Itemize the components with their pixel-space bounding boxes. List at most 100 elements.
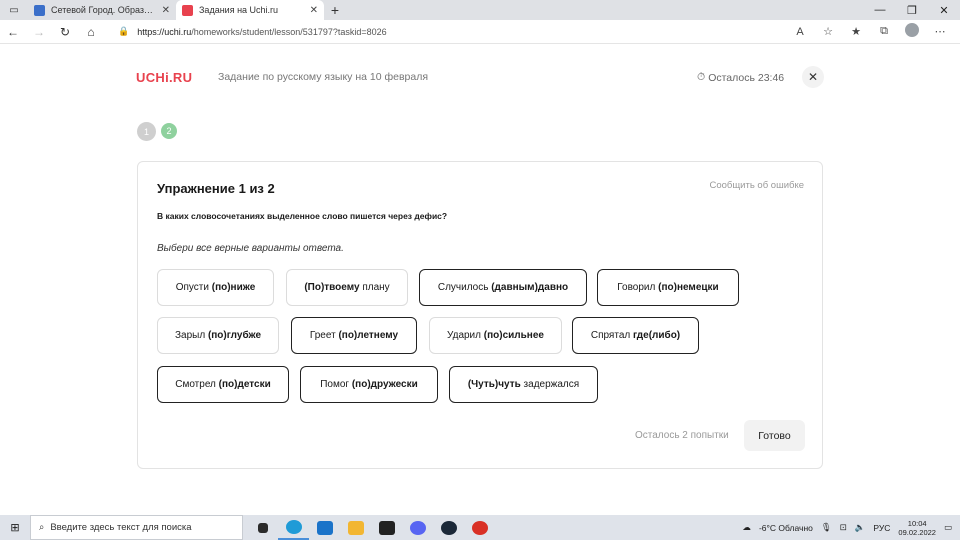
- option-text: Помог: [320, 379, 352, 390]
- option-text: Греет: [309, 330, 339, 341]
- option-text: Говорил: [617, 282, 659, 293]
- answer-option[interactable]: Ударил (по)сильнее: [429, 317, 562, 354]
- notifications-icon[interactable]: ▭: [944, 522, 952, 533]
- option-highlight: (по)летнему: [338, 330, 399, 341]
- tab-close-icon[interactable]: ✕: [310, 5, 318, 16]
- taskbar-search[interactable]: ⌕ Введите здесь текст для поиска: [30, 515, 243, 540]
- discord-icon[interactable]: [402, 515, 433, 540]
- network-icon[interactable]: ⊡: [840, 522, 847, 533]
- attempts-left: Осталось 2 попытки: [635, 430, 729, 441]
- option-text: задержался: [520, 379, 580, 390]
- hint-text: Выбери все верные варианты ответа.: [157, 243, 344, 254]
- answer-option[interactable]: Греет (по)летнему: [291, 317, 417, 354]
- option-text: Случилось: [437, 282, 492, 293]
- option-highlight: (по)ниже: [211, 282, 256, 293]
- clock-date: 09.02.2022: [898, 527, 936, 537]
- uchi-logo[interactable]: UCHi.RU: [136, 70, 192, 85]
- option-highlight: (по)немецки: [658, 282, 719, 293]
- report-error-link[interactable]: Сообщить об ошибке: [710, 180, 805, 191]
- option-highlight: где(либо): [633, 330, 681, 341]
- answer-option[interactable]: Случилось (давным)давно: [419, 269, 587, 306]
- step-indicator: 1 2: [137, 122, 177, 141]
- option-highlight: (по)сильнее: [483, 330, 544, 341]
- app-icon[interactable]: [464, 515, 495, 540]
- search-placeholder: Введите здесь текст для поиска: [50, 522, 192, 533]
- option-highlight: (По)твоему: [304, 282, 360, 293]
- browser-toolbar: A ☆ ★ ⧉ ⋯: [786, 23, 954, 40]
- tab-title: Задания на Uchi.ru: [199, 5, 279, 15]
- weather-text[interactable]: -6°C Облачно: [759, 523, 813, 533]
- read-aloud-icon[interactable]: A: [786, 26, 814, 38]
- clock[interactable]: 10:04 09.02.2022: [898, 519, 936, 537]
- collections-icon[interactable]: ⧉: [870, 25, 898, 38]
- favorites-list-icon[interactable]: ★: [842, 25, 870, 38]
- answer-option[interactable]: (Чуть)чуть задержался: [449, 366, 598, 403]
- forward-icon[interactable]: →: [26, 20, 52, 44]
- answer-option[interactable]: Зарыл (по)глубже: [157, 317, 279, 354]
- browser-tab-bar: ▭ Сетевой Город. Образование. П ✕ Задани…: [0, 0, 960, 20]
- home-icon[interactable]: ⌂: [78, 20, 104, 44]
- tab-favicon-icon: [182, 4, 193, 16]
- mail-icon[interactable]: [309, 515, 340, 540]
- exercise-card: Упражнение 1 из 2 Сообщить об ошибке В к…: [137, 161, 823, 469]
- close-button[interactable]: ✕: [802, 66, 824, 88]
- answer-option[interactable]: Говорил (по)немецки: [597, 269, 739, 306]
- option-highlight: (давным)давно: [491, 282, 569, 293]
- file-explorer-icon[interactable]: [340, 515, 371, 540]
- answer-option[interactable]: Опусти (по)ниже: [157, 269, 274, 306]
- step-1[interactable]: 1: [137, 122, 156, 141]
- exercise-title: Упражнение 1 из 2: [157, 181, 275, 196]
- back-icon[interactable]: ←: [0, 20, 26, 44]
- answer-option[interactable]: Помог (по)дружески: [300, 366, 438, 403]
- lock-icon: 🔒: [118, 26, 130, 36]
- volume-icon[interactable]: 🔈: [855, 522, 866, 533]
- favorite-icon[interactable]: ☆: [814, 25, 842, 38]
- windows-start-icon[interactable]: ⊞: [0, 515, 30, 540]
- clock-time: 10:04: [907, 518, 927, 528]
- option-highlight: (по)детски: [218, 379, 271, 390]
- language-indicator[interactable]: РУС: [873, 523, 890, 533]
- profile-avatar[interactable]: [898, 23, 926, 40]
- system-tray: ☁ -6°C Облачно 🎙 ⊡ 🔈 РУС 10:04 09.02.202…: [742, 519, 960, 537]
- option-highlight: (по)глубже: [207, 330, 262, 341]
- search-icon: ⌕: [39, 522, 45, 533]
- option-highlight: (по)дружески: [351, 379, 418, 390]
- option-highlight: (Чуть)чуть: [467, 379, 521, 390]
- epic-games-icon[interactable]: [371, 515, 402, 540]
- url-host: https://uchi.ru: [137, 26, 192, 37]
- reload-icon[interactable]: ↻: [52, 20, 78, 44]
- tab-close-icon[interactable]: ✕: [162, 5, 170, 16]
- more-icon[interactable]: ⋯: [926, 25, 954, 38]
- answer-option[interactable]: (По)твоему плану: [286, 269, 408, 306]
- option-text: Опусти: [175, 282, 212, 293]
- answer-option[interactable]: Смотрел (по)детски: [157, 366, 289, 403]
- tab-title: Сетевой Город. Образование. П: [51, 5, 156, 15]
- minimize-icon[interactable]: —: [864, 0, 896, 20]
- steam-icon[interactable]: [433, 515, 464, 540]
- window-controls: — ❐ ✕: [864, 0, 960, 20]
- option-text: плану: [359, 282, 390, 293]
- edge-icon[interactable]: [278, 515, 309, 540]
- timer: ⏱ Осталось 23:46: [697, 71, 784, 84]
- microphone-icon[interactable]: 🎙: [821, 522, 832, 533]
- close-window-icon[interactable]: ✕: [928, 0, 960, 20]
- weather-icon[interactable]: ☁: [742, 522, 751, 533]
- timer-text: Осталось 23:46: [708, 71, 785, 84]
- question-text: В каких словосочетаниях выделенное слово…: [157, 211, 448, 221]
- option-text: Спрятал: [590, 330, 633, 341]
- tab-uchi[interactable]: Задания на Uchi.ru ✕: [176, 0, 324, 20]
- task-view-icon[interactable]: [247, 515, 278, 540]
- answer-option[interactable]: Спрятал где(либо): [572, 317, 699, 354]
- url-field[interactable]: 🔒 https://uchi.ru/homeworks/student/less…: [118, 23, 786, 41]
- new-tab-button[interactable]: +: [324, 0, 346, 20]
- address-bar: ← → ↻ ⌂ 🔒 https://uchi.ru/homeworks/stud…: [0, 20, 960, 44]
- done-button[interactable]: Готово: [744, 420, 805, 451]
- page-content: UCHi.RU Задание по русскому языку на 10 …: [0, 45, 960, 515]
- taskbar: ⊞ ⌕ Введите здесь текст для поиска ☁ -6°…: [0, 515, 960, 540]
- tab-setevoy-gorod[interactable]: Сетевой Город. Образование. П ✕: [28, 0, 176, 20]
- option-text: Смотрел: [175, 379, 219, 390]
- maximize-icon[interactable]: ❐: [896, 0, 928, 20]
- url-path: /homeworks/student/lesson/531797?taskid=…: [191, 26, 387, 37]
- step-2[interactable]: 2: [161, 123, 177, 139]
- tab-actions-icon[interactable]: ▭: [0, 0, 28, 20]
